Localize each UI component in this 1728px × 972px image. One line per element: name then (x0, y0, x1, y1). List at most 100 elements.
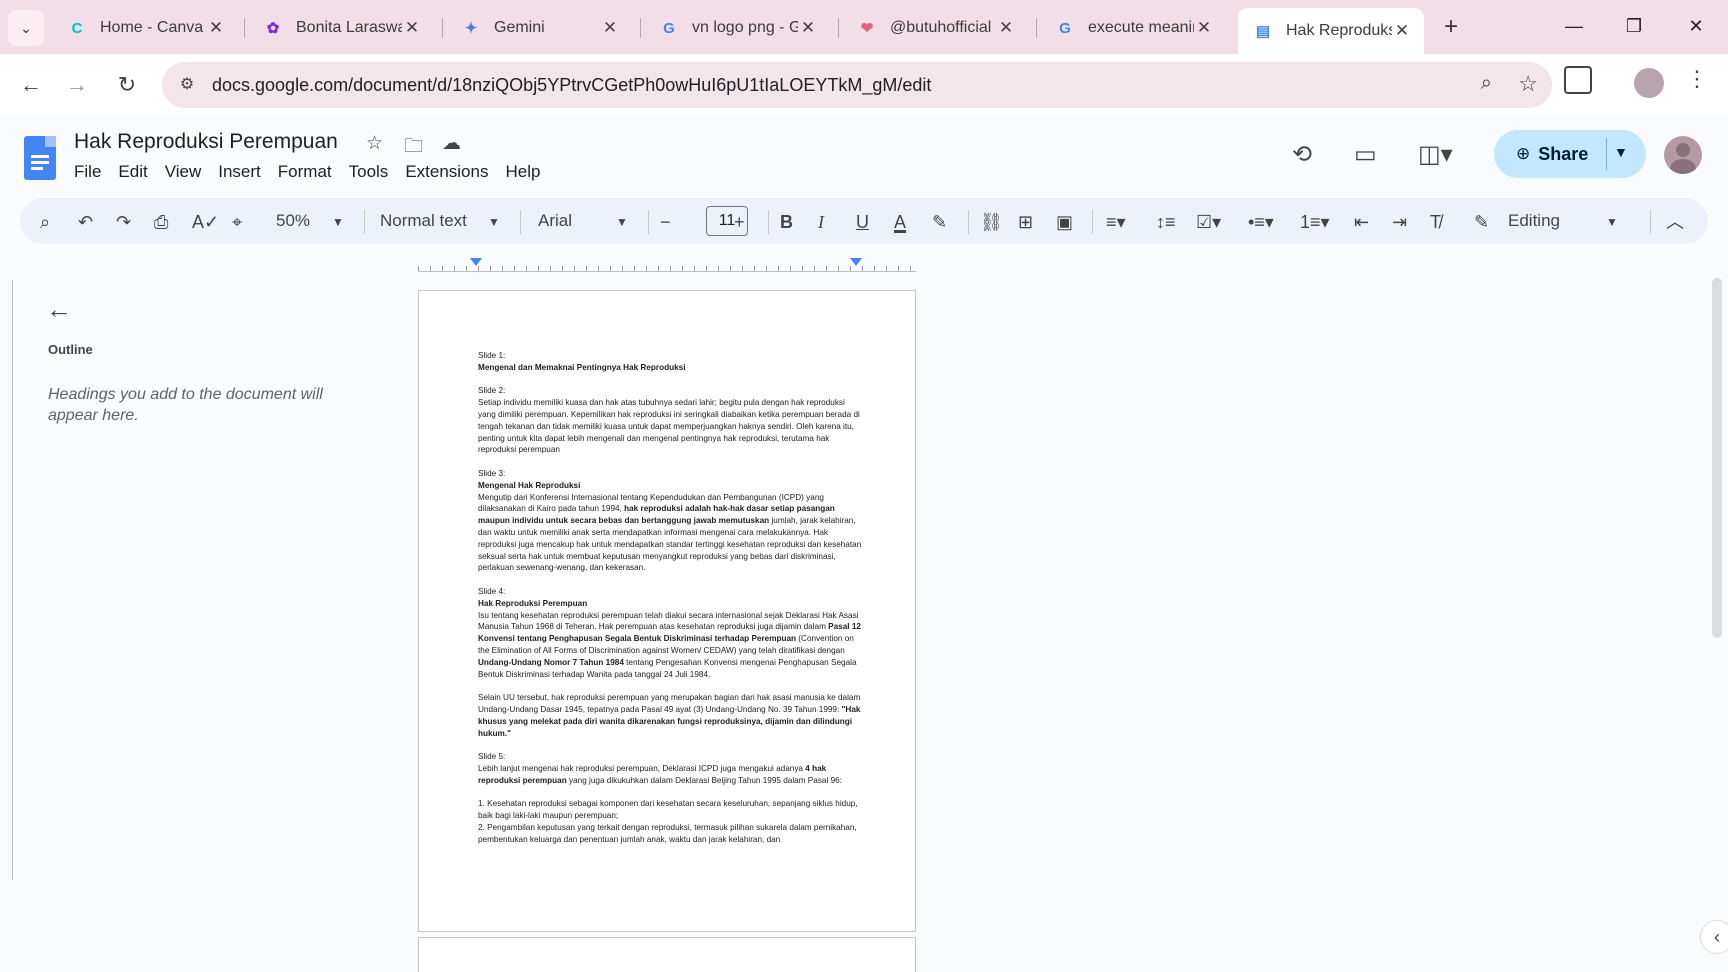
doc-paragraph[interactable]: Mengutip dari Konferensi Internasional t… (478, 492, 863, 575)
hide-menus-chevron-icon[interactable]: ︿ (1666, 210, 1684, 234)
print-icon[interactable]: ⎙ (154, 210, 168, 234)
left-indent-marker[interactable] (470, 258, 482, 266)
browser-tab[interactable]: ▤ Hak Reproduksi Perempuan✕ (1238, 8, 1424, 54)
omnibox[interactable]: ⚙ docs.google.com/document/d/18nziQObj5Y… (162, 62, 1552, 108)
close-tab-icon[interactable]: ✕ (1194, 18, 1214, 38)
redo-icon[interactable]: ↷ (116, 210, 131, 234)
menu-format[interactable]: Format (278, 162, 332, 182)
doc-paragraph[interactable]: Setiap individu memiliki kuasa dan hak a… (478, 397, 863, 456)
browser-tab[interactable]: Gexecute meaning - Google Search✕ (1040, 8, 1226, 48)
back-arrow-icon[interactable]: ← (14, 68, 48, 102)
browser-tab[interactable]: Gvn logo png - Google Search✕ (644, 8, 830, 48)
search-menus-icon[interactable]: ⌕ (40, 210, 50, 234)
increase-indent-icon[interactable]: ⇥ (1392, 210, 1407, 234)
menu-view[interactable]: View (165, 162, 202, 182)
doc-paragraph[interactable]: Slide 1: (478, 350, 863, 362)
numbered-list-icon[interactable]: 1≡▾ (1300, 210, 1330, 234)
horizontal-ruler[interactable] (418, 258, 916, 272)
doc-paragraph[interactable]: Mengenal dan Memaknai Pentingnya Hak Rep… (478, 362, 863, 374)
share-dropdown-icon[interactable]: ▼ (1614, 144, 1628, 160)
menu-tools[interactable]: Tools (349, 162, 389, 182)
doc-paragraph[interactable]: Lebih lanjut mengenai hak reproduksi per… (478, 763, 863, 787)
zoom-dropdown-icon[interactable]: ▼ (332, 210, 344, 234)
highlight-color-icon[interactable]: ✎ (932, 210, 947, 234)
browser-menu-icon[interactable]: ⋮ (1686, 66, 1708, 92)
editing-pencil-icon[interactable]: ✎ (1474, 210, 1489, 234)
minimize-icon[interactable]: — (1550, 10, 1598, 42)
paint-format-icon[interactable]: ⌖ (232, 210, 242, 234)
spellcheck-icon[interactable]: A✓ (192, 210, 219, 234)
doc-paragraph[interactable]: Selain UU tersebut, hak reproduksi perem… (478, 692, 863, 739)
close-outline-arrow-icon[interactable]: ← (46, 294, 72, 325)
editing-mode-select[interactable]: Editing (1508, 209, 1560, 233)
close-tab-icon[interactable]: ✕ (402, 18, 422, 38)
paragraph-style-select[interactable]: Normal text (380, 209, 467, 233)
text-color-icon[interactable]: A (894, 210, 906, 234)
new-tab-plus-icon[interactable]: + (1436, 12, 1466, 42)
menu-extensions[interactable]: Extensions (405, 162, 488, 182)
url-text[interactable]: docs.google.com/document/d/18nziQObj5YPt… (212, 75, 931, 96)
font-dropdown-icon[interactable]: ▼ (616, 210, 628, 234)
close-tab-icon[interactable]: ✕ (600, 18, 620, 38)
bulleted-list-icon[interactable]: •≡▾ (1248, 210, 1274, 234)
browser-tab[interactable]: ✿ Bonita Laraswati✕ (248, 8, 434, 48)
version-history-icon[interactable]: ⟲ (1292, 140, 1312, 169)
menu-help[interactable]: Help (505, 162, 540, 182)
doc-paragraph[interactable]: Isu tentang kesehatan reproduksi perempu… (478, 610, 863, 681)
share-button[interactable]: ⊕ Share ▼ (1494, 130, 1646, 178)
doc-paragraph[interactable]: Slide 5: (478, 751, 863, 763)
browser-profile-avatar[interactable] (1634, 68, 1664, 98)
italic-icon[interactable]: I (818, 210, 824, 234)
doc-paragraph[interactable]: Slide 4: (478, 586, 863, 598)
doc-paragraph[interactable]: Slide 3: (478, 468, 863, 480)
star-icon[interactable]: ☆ (366, 132, 383, 155)
forward-arrow-icon[interactable]: → (60, 68, 94, 102)
zoom-select[interactable]: 50% (276, 209, 310, 233)
doc-paragraph[interactable]: Hak Reproduksi Perempuan (478, 598, 863, 610)
document-page-2[interactable] (418, 937, 916, 972)
close-tab-icon[interactable]: ✕ (996, 18, 1016, 38)
account-avatar[interactable] (1664, 136, 1702, 174)
decrease-indent-icon[interactable]: ⇤ (1354, 210, 1369, 234)
decrease-font-size-icon[interactable]: − (660, 210, 671, 234)
checklist-icon[interactable]: ☑▾ (1196, 210, 1221, 234)
clear-formatting-icon[interactable]: T̸ (1430, 210, 1441, 234)
close-tab-icon[interactable]: ✕ (1392, 21, 1412, 41)
site-info-icon[interactable]: ⚙ (176, 74, 198, 96)
align-left-icon[interactable]: ≡▾ (1106, 210, 1126, 234)
undo-icon[interactable]: ↶ (78, 210, 93, 234)
menu-edit[interactable]: Edit (118, 162, 147, 182)
bookmark-star-icon[interactable]: ☆ (1518, 71, 1538, 97)
underline-icon[interactable]: U (856, 210, 869, 234)
docs-logo-icon[interactable] (24, 136, 56, 180)
doc-paragraph[interactable]: 2. Pengambilan keputusan yang terkait de… (478, 822, 863, 846)
doc-paragraph[interactable]: Slide 2: (478, 385, 863, 397)
document-title[interactable]: Hak Reproduksi Perempuan (74, 130, 338, 154)
close-tab-icon[interactable]: ✕ (798, 18, 818, 38)
reload-icon[interactable]: ↻ (110, 68, 144, 102)
tab-search-chevron-icon[interactable]: ⌄ (8, 10, 44, 46)
mode-dropdown-icon[interactable]: ▼ (1606, 210, 1618, 234)
bold-icon[interactable]: B (780, 210, 793, 234)
vertical-scrollbar[interactable] (1712, 278, 1722, 638)
browser-tab[interactable]: ✦ Gemini ✕ (446, 8, 632, 48)
font-select[interactable]: Arial (538, 209, 572, 233)
doc-paragraph[interactable]: Mengenal Hak Reproduksi (478, 480, 863, 492)
increase-font-size-icon[interactable]: + (734, 210, 745, 234)
extensions-puzzle-icon[interactable] (1564, 66, 1592, 94)
close-tab-icon[interactable]: ✕ (206, 18, 226, 38)
right-indent-marker[interactable] (850, 258, 862, 266)
document-body[interactable]: Slide 1: Mengenal dan Memaknai Pentingnya… (478, 350, 863, 845)
comments-icon[interactable]: ▭ (1354, 140, 1377, 169)
close-window-icon[interactable]: ✕ (1672, 10, 1720, 42)
restore-icon[interactable]: ❐ (1610, 10, 1658, 42)
insert-link-icon[interactable]: ⛓ (980, 210, 1003, 234)
menu-file[interactable]: File (74, 162, 101, 182)
meet-camera-icon[interactable]: ◫▾ (1418, 140, 1453, 169)
cloud-saved-icon[interactable]: ☁ (442, 132, 461, 155)
side-panel-toggle-icon[interactable]: ‹ (1700, 920, 1728, 954)
add-comment-icon[interactable]: ⊞ (1018, 210, 1033, 234)
line-spacing-icon[interactable]: ↕≡ (1156, 210, 1176, 234)
move-folder-icon[interactable]: 🗀 (404, 132, 423, 164)
doc-paragraph[interactable]: 1. Kesehatan reproduksi sebagai komponen… (478, 798, 863, 822)
